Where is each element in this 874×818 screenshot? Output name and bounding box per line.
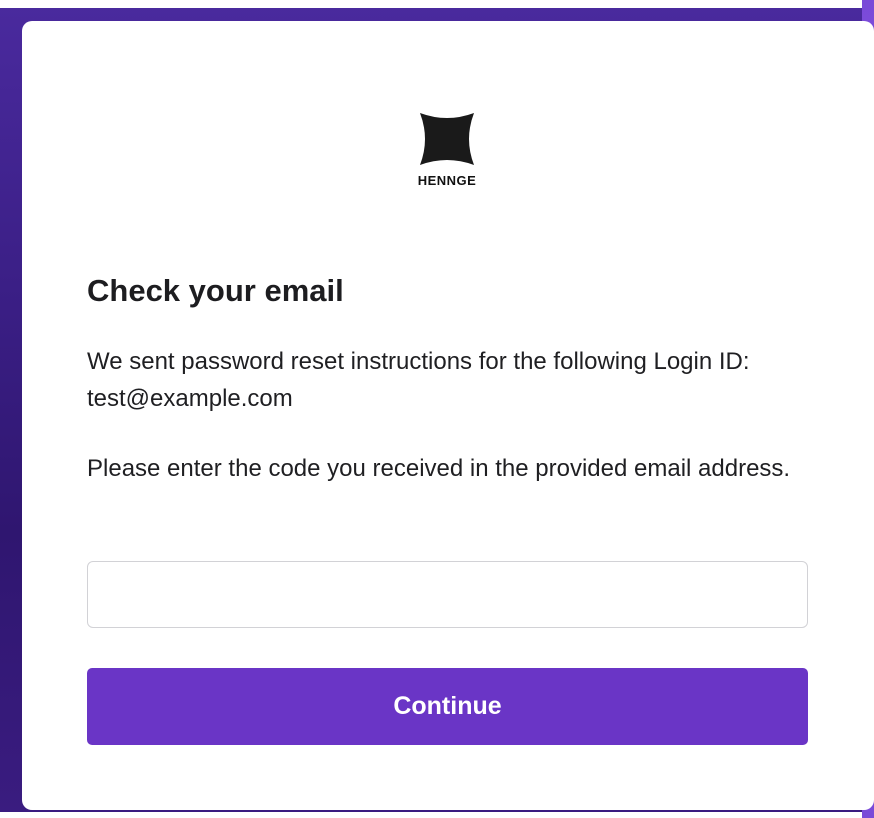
reset-card: HENNGE Check your email We sent password… — [22, 21, 874, 810]
bottom-edge — [0, 812, 874, 818]
continue-button[interactable]: Continue — [87, 668, 808, 745]
henne-star-icon — [420, 113, 474, 165]
instruction-text: Please enter the code you received in th… — [87, 455, 791, 482]
page-title: Check your email — [87, 273, 344, 308]
sent-message: We sent password reset instructions for … — [87, 348, 750, 412]
top-edge — [0, 0, 874, 8]
brand-name: HENNGE — [417, 173, 477, 188]
verification-code-input[interactable] — [87, 561, 808, 628]
